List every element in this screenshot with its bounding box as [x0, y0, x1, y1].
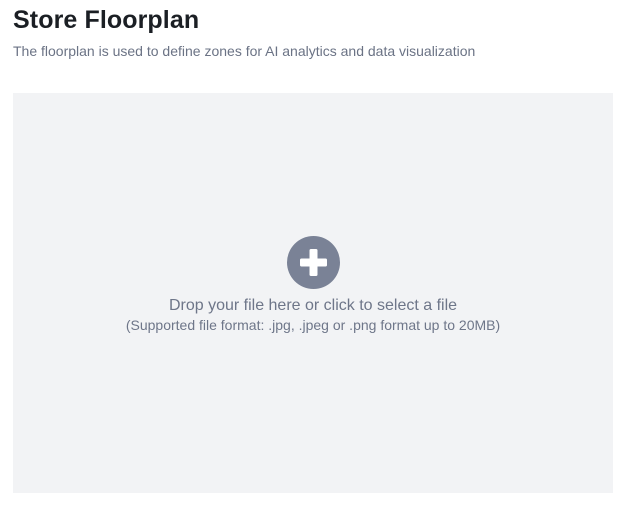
- dropzone-instruction: Drop your file here or click to select a…: [168, 297, 458, 314]
- plus-circle-icon: [286, 236, 340, 289]
- page-title: Store Floorplan: [13, 6, 200, 34]
- dropzone-content: Drop your file here or click to select a…: [13, 236, 613, 334]
- page-subtitle: The floorplan is used to define zones fo…: [13, 43, 476, 59]
- dropzone-format-hint: (Supported file format: .jpg, .jpeg or .…: [125, 317, 501, 333]
- file-dropzone[interactable]: Drop your file here or click to select a…: [13, 93, 613, 493]
